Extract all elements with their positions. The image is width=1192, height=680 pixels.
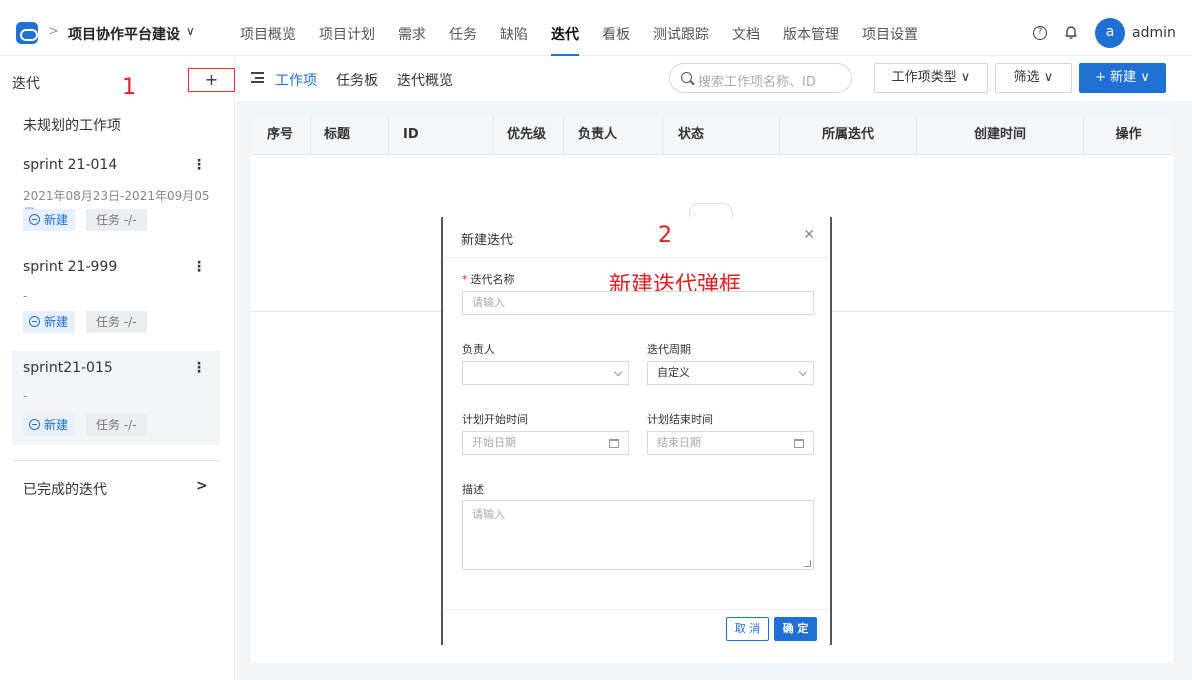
search-icon xyxy=(681,72,692,83)
table-header: 序号 标题 ID 优先级 负责人 状态 所属迭代 创建时间 操作 xyxy=(251,115,1173,155)
main-nav: 项目概览 项目计划 需求 任务 缺陷 迭代 看板 测试跟踪 文档 版本管理 项目… xyxy=(240,24,941,56)
sprint-item[interactable]: sprint 21-999 ⋮ - 新建 任务 -/- xyxy=(12,253,220,347)
nav-test-tracking[interactable]: 测试跟踪 xyxy=(653,24,709,56)
minus-circle-icon xyxy=(29,316,40,327)
project-name[interactable]: 项目协作平台建设 xyxy=(68,24,180,44)
col-title: 标题 xyxy=(311,115,389,155)
task-count-badge: 任务 -/- xyxy=(86,414,147,436)
filter-button[interactable]: 筛选 ∨ xyxy=(995,63,1072,93)
status-badge: 新建 xyxy=(23,414,76,436)
col-status: 状态 xyxy=(664,115,780,155)
divider xyxy=(443,257,830,258)
sprint-date: - xyxy=(23,289,28,303)
task-count-badge: 任务 -/- xyxy=(86,311,147,333)
cancel-button[interactable]: 取 消 xyxy=(726,617,769,641)
annotation-2: 2 xyxy=(658,223,672,248)
confirm-button[interactable]: 确 定 xyxy=(774,617,817,641)
col-actions: 操作 xyxy=(1115,127,1142,142)
empty-state-icon xyxy=(689,203,733,217)
dialog-title: 新建迭代 xyxy=(461,233,514,248)
col-iteration: 所属迭代 xyxy=(780,115,917,155)
more-icon[interactable]: ⋮ xyxy=(192,259,206,275)
minus-circle-icon xyxy=(29,214,40,225)
item-type-filter[interactable]: 工作项类型 ∨ xyxy=(874,63,988,93)
bell-icon[interactable] xyxy=(1064,25,1078,40)
close-icon[interactable]: ✕ xyxy=(803,227,815,243)
sprint-date: - xyxy=(23,389,28,403)
more-icon[interactable]: ⋮ xyxy=(192,157,206,173)
nav-tasks[interactable]: 任务 xyxy=(449,24,477,56)
iteration-sidebar: 迭代 1 + 未规划的工作项 sprint 21-014 ⋮ 2021年08月2… xyxy=(0,57,235,680)
tab-task-board[interactable]: 任务板 xyxy=(336,70,378,90)
unplanned-items-link[interactable]: 未规划的工作项 xyxy=(23,115,121,135)
task-count-badge: 任务 -/- xyxy=(86,209,147,231)
new-button[interactable]: + 新建 ∨ xyxy=(1079,63,1166,93)
sidebar-title: 迭代 xyxy=(12,76,40,92)
project-dropdown-chevron-icon[interactable]: ∨ xyxy=(186,24,195,38)
list-icon xyxy=(251,72,264,83)
start-date-input[interactable]: 开始日期 xyxy=(462,431,629,455)
chevron-down-icon xyxy=(798,367,808,377)
chevron-right-icon[interactable]: > xyxy=(196,478,208,494)
more-icon[interactable]: ⋮ xyxy=(192,360,206,376)
username[interactable]: admin xyxy=(1132,25,1176,41)
col-id: ID xyxy=(389,115,494,155)
start-date-label: 计划开始时间 xyxy=(462,413,528,426)
sprint-name: sprint 21-999 xyxy=(23,259,118,275)
calendar-icon xyxy=(794,439,804,448)
nav-bugs[interactable]: 缺陷 xyxy=(500,24,528,56)
calendar-icon xyxy=(609,439,619,448)
cycle-label: 迭代周期 xyxy=(647,343,691,356)
tab-iteration-overview[interactable]: 迭代概览 xyxy=(397,70,453,90)
sprint-item-selected[interactable]: sprint21-015 ⋮ - 新建 任务 -/- xyxy=(12,351,220,445)
nav-overview[interactable]: 项目概览 xyxy=(240,24,296,56)
description-textarea[interactable]: 请输入 xyxy=(462,500,814,570)
col-owner: 负责人 xyxy=(564,115,664,155)
status-badge: 新建 xyxy=(23,209,76,231)
nav-iterations[interactable]: 迭代 xyxy=(551,24,579,56)
sprint-name: sprint 21-014 xyxy=(23,157,118,173)
nav-settings[interactable]: 项目设置 xyxy=(862,24,918,56)
help-icon[interactable]: ? xyxy=(1033,26,1047,40)
chevron-down-icon xyxy=(613,367,623,377)
sprint-item[interactable]: sprint 21-014 ⋮ 2021年08月23日-2021年09月05日 … xyxy=(12,151,220,245)
avatar[interactable]: a xyxy=(1095,18,1125,48)
divider xyxy=(443,609,830,610)
owner-label: 负责人 xyxy=(462,343,495,356)
divider xyxy=(12,460,221,461)
search-input[interactable]: 搜索工作项名称、ID xyxy=(669,63,852,93)
col-created: 创建时间 xyxy=(917,115,1084,155)
col-index: 序号 xyxy=(251,115,311,155)
annotation-1: 1 xyxy=(122,75,136,100)
search-placeholder: 搜索工作项名称、ID xyxy=(698,75,816,90)
description-label: 描述 xyxy=(462,483,484,496)
iteration-name-input[interactable]: 请输入 xyxy=(462,291,814,315)
new-iteration-dialog: 新建迭代 2 ✕ 新建迭代弹框 * 迭代名称 请输入 负责人 迭代周期 自定义 计… xyxy=(441,217,832,645)
app-logo-icon[interactable] xyxy=(16,22,38,44)
nav-docs[interactable]: 文档 xyxy=(732,24,760,56)
top-navbar: > 项目协作平台建设 ∨ 项目概览 项目计划 需求 任务 缺陷 迭代 看板 测试… xyxy=(0,0,1192,56)
breadcrumb-chevron-icon: > xyxy=(48,24,59,39)
sprint-name: sprint21-015 xyxy=(23,360,113,376)
nav-versions[interactable]: 版本管理 xyxy=(783,24,839,56)
end-date-label: 计划结束时间 xyxy=(647,413,713,426)
status-badge: 新建 xyxy=(23,311,76,333)
nav-kanban[interactable]: 看板 xyxy=(602,24,630,56)
owner-select[interactable] xyxy=(462,361,629,385)
end-date-input[interactable]: 结束日期 xyxy=(647,431,814,455)
sub-toolbar: 工作项 任务板 迭代概览 搜索工作项名称、ID 工作项类型 ∨ 筛选 ∨ + 新… xyxy=(236,57,1192,101)
nav-plan[interactable]: 项目计划 xyxy=(319,24,375,56)
cycle-select[interactable]: 自定义 xyxy=(647,361,814,385)
col-priority: 优先级 xyxy=(494,115,564,155)
iteration-name-label: * 迭代名称 xyxy=(462,273,515,286)
add-iteration-button[interactable]: + xyxy=(188,68,235,92)
tab-work-items[interactable]: 工作项 xyxy=(275,70,317,90)
completed-iterations-link[interactable]: 已完成的迭代 xyxy=(23,479,107,499)
resize-handle-icon[interactable] xyxy=(804,560,811,567)
nav-requirements[interactable]: 需求 xyxy=(398,24,426,56)
minus-circle-icon xyxy=(29,419,40,430)
